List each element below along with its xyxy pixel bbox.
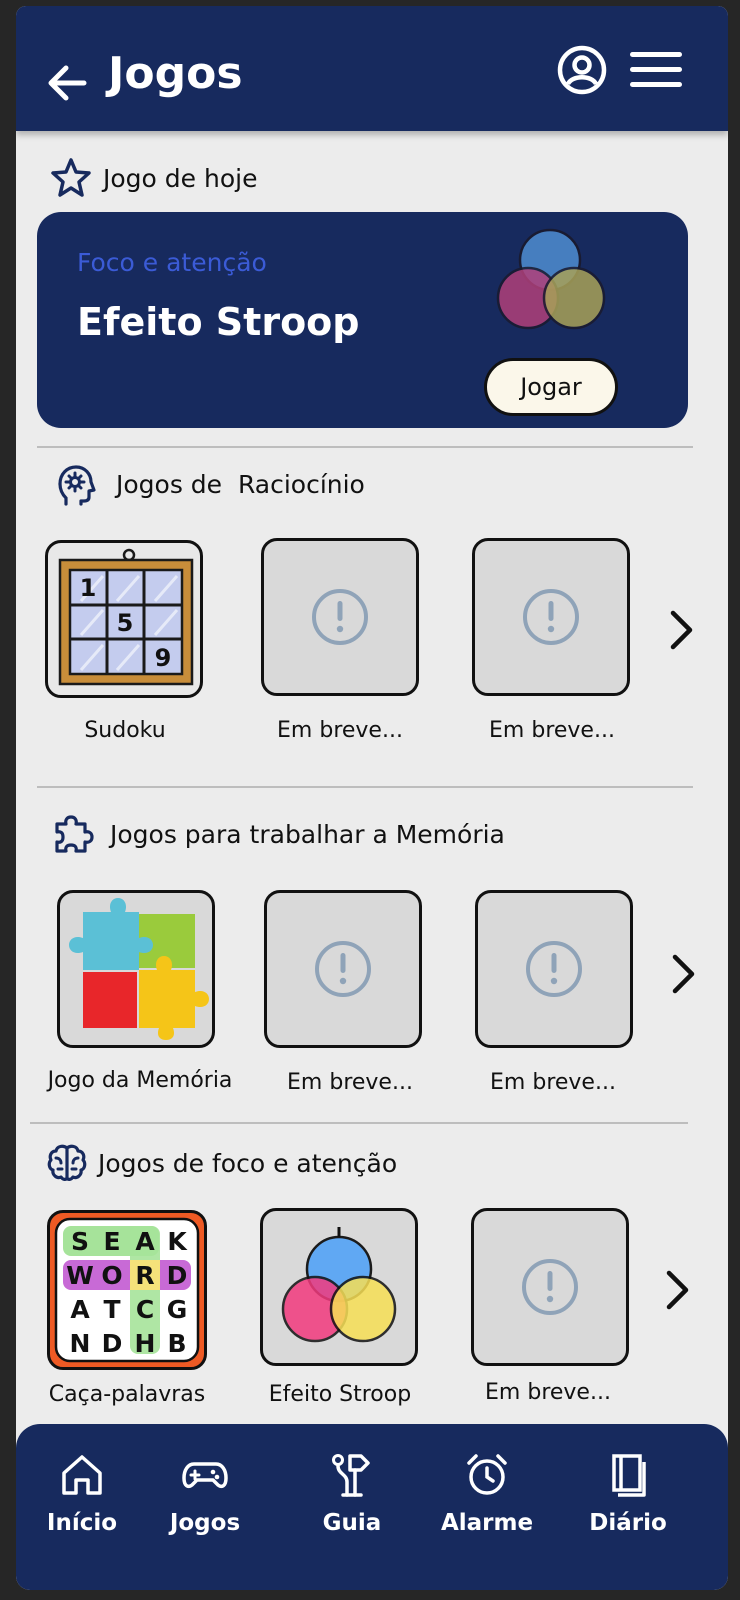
puzzle-piece-icon <box>55 815 94 853</box>
game-label-coming-soon: Em breve... <box>490 1070 616 1095</box>
star-icon <box>51 158 91 197</box>
nav-item-diario[interactable]: Diário <box>568 1452 688 1536</box>
word-search-letter: K <box>167 1227 188 1256</box>
top-app-bar: Jogos <box>16 6 728 131</box>
game-tile-coming-soon[interactable] <box>475 890 633 1048</box>
sudoku-icon: 1 5 9 <box>58 548 194 686</box>
word-search-letter: E <box>103 1227 120 1256</box>
section-today-title: Jogo de hoje <box>103 163 258 193</box>
word-search-letter: C <box>136 1295 154 1324</box>
nav-label: Alarme <box>440 1510 534 1536</box>
hamburger-menu-icon[interactable] <box>628 48 684 92</box>
info-exclamation-icon <box>315 941 371 997</box>
today-game-card[interactable]: Foco e atenção Efeito Stroop Jogar <box>37 212 688 428</box>
game-label-sudoku: Sudoku <box>84 718 166 743</box>
word-search-letter: H <box>135 1329 156 1358</box>
chevron-right-icon[interactable] <box>666 608 696 652</box>
sudoku-digit: 5 <box>117 609 134 637</box>
section-memory-heading: Jogos para trabalhar a Memória <box>52 812 505 856</box>
nav-label: Guia <box>322 1510 382 1536</box>
home-icon <box>62 1455 102 1495</box>
info-exclamation-icon <box>523 589 579 645</box>
section-today-heading: Jogo de hoje <box>49 156 257 200</box>
app-screen: Jogos Jogo de hoje Foco e atenção Efeito… <box>16 6 728 1590</box>
brain-icon <box>47 1144 87 1181</box>
word-search-letter: W <box>66 1261 94 1290</box>
game-label-coming-soon: Em breve... <box>485 1380 611 1405</box>
divider <box>30 1122 688 1124</box>
game-label-wordsearch: Caça-palavras <box>48 1382 206 1407</box>
today-game-category: Foco e atenção <box>77 248 267 277</box>
word-search-letter: O <box>101 1261 122 1290</box>
nav-item-alarme[interactable]: Alarme <box>427 1452 547 1536</box>
gamepad-icon <box>182 1462 228 1489</box>
arrow-left-icon[interactable] <box>44 60 90 106</box>
game-tile-coming-soon[interactable] <box>264 890 422 1048</box>
info-exclamation-icon <box>522 1259 578 1315</box>
nav-item-jogos[interactable]: Jogos <box>145 1452 265 1536</box>
user-profile-icon[interactable] <box>556 44 608 96</box>
game-label-memory: Jogo da Memória <box>47 1068 233 1093</box>
nav-item-inicio[interactable]: Início <box>22 1452 142 1536</box>
word-search-letter: G <box>167 1295 188 1324</box>
game-label-coming-soon: Em breve... <box>277 718 403 743</box>
game-tile-coming-soon[interactable] <box>261 538 419 696</box>
chevron-right-icon[interactable] <box>668 952 698 996</box>
divider <box>37 786 693 788</box>
play-button[interactable]: Jogar <box>484 358 618 416</box>
word-search-letter: S <box>71 1227 89 1256</box>
alarm-clock-icon <box>467 1454 507 1495</box>
bottom-navigation: Início Jogos Guia Alarme Diário <box>16 1424 728 1590</box>
today-game-name: Efeito Stroop <box>77 300 360 344</box>
info-exclamation-icon <box>312 589 368 645</box>
game-tile-coming-soon[interactable] <box>471 1208 629 1366</box>
sudoku-digit: 1 <box>80 574 97 602</box>
nav-label: Início <box>46 1510 118 1536</box>
word-search-icon: S E A K W O R D A T C G N D H B <box>54 1217 200 1363</box>
nav-label: Jogos <box>169 1510 241 1536</box>
head-gear-icon <box>58 465 96 506</box>
game-label-stroop: Efeito Stroop <box>268 1382 412 1407</box>
section-focus-title: Jogos de foco e atenção <box>98 1148 398 1178</box>
word-search-letter: T <box>103 1295 120 1324</box>
game-tile-stroop[interactable] <box>260 1208 418 1366</box>
signpost-icon <box>332 1454 370 1497</box>
word-search-letter: R <box>135 1261 154 1290</box>
book-icon <box>612 1454 646 1497</box>
jigsaw-puzzle-icon <box>69 898 209 1040</box>
nav-label: Diário <box>589 1510 667 1536</box>
chevron-right-icon[interactable] <box>662 1268 692 1312</box>
game-label-coming-soon: Em breve... <box>489 718 615 743</box>
section-focus-heading: Jogos de foco e atenção <box>46 1142 397 1184</box>
game-tile-sudoku[interactable]: 1 5 9 <box>45 540 203 698</box>
section-memory-title: Jogos para trabalhar a Memória <box>110 819 505 849</box>
word-search-letter: A <box>135 1227 155 1256</box>
venn-circles-icon <box>281 1227 397 1343</box>
word-search-letter: B <box>167 1329 186 1358</box>
word-search-letter: N <box>70 1329 91 1358</box>
word-search-letter: D <box>167 1261 188 1290</box>
game-tile-memory[interactable] <box>57 890 215 1048</box>
divider <box>37 446 693 448</box>
nav-item-guia[interactable]: Guia <box>292 1452 412 1536</box>
word-search-letter: D <box>102 1329 123 1358</box>
game-tile-wordsearch[interactable]: S E A K W O R D A T C G N D H B <box>47 1210 207 1370</box>
venn-circles-icon <box>496 228 606 330</box>
game-label-coming-soon: Em breve... <box>287 1070 413 1095</box>
sudoku-digit: 9 <box>155 644 172 672</box>
info-exclamation-icon <box>526 941 582 997</box>
section-reasoning-title: Jogos de Raciocínio <box>116 469 365 499</box>
page-title: Jogos <box>108 48 243 99</box>
word-search-letter: A <box>70 1295 90 1324</box>
game-tile-coming-soon[interactable] <box>472 538 630 696</box>
section-reasoning-heading: Jogos de Raciocínio <box>52 462 365 506</box>
